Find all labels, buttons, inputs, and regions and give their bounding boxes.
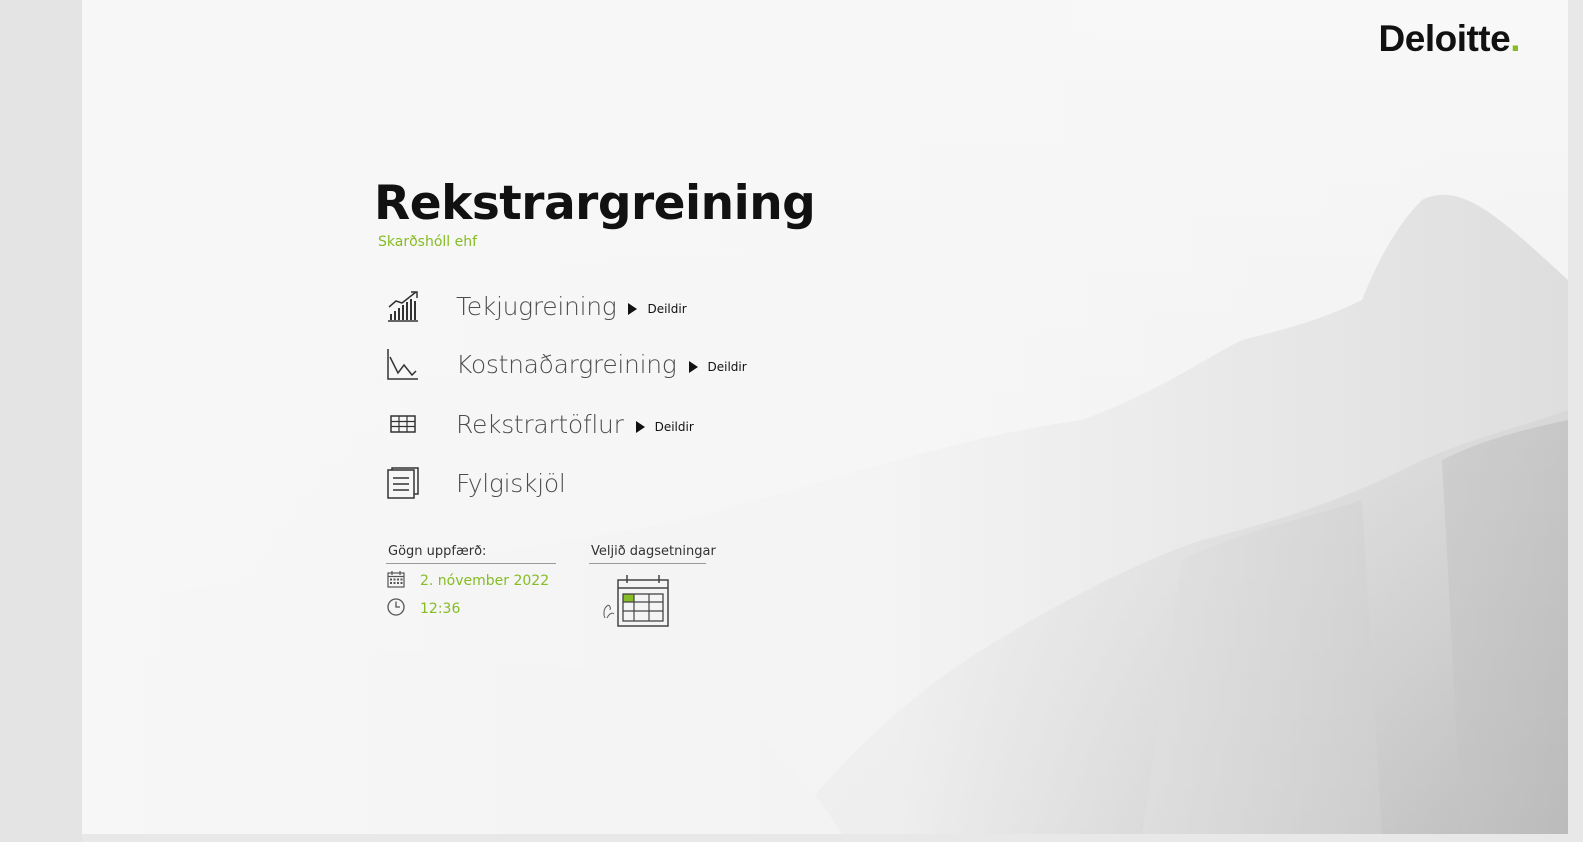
drillthrough-label: Deildir: [707, 360, 747, 374]
drillthrough-deildir-link[interactable]: Deildir: [628, 302, 687, 316]
data-updated-panel: Gögn uppfærð: 2. nóvember 2022 12:36: [386, 544, 556, 620]
date-picker-heading: Veljið dagsetningar: [589, 544, 716, 564]
calendar-picker-icon: [603, 575, 669, 627]
nav-label: Fylgiskjöl: [456, 468, 566, 498]
revenue-chart-icon: [386, 288, 420, 324]
drillthrough-deildir-link[interactable]: Deildir: [688, 360, 747, 374]
bottom-gutter: [82, 834, 1583, 842]
calendar-icon: [386, 569, 406, 593]
data-updated-time-row: 12:36: [386, 598, 556, 620]
nav-item-tekjugreining[interactable]: Tekjugreining Deildir: [386, 284, 687, 328]
data-updated-heading: Gögn uppfærð:: [386, 544, 556, 564]
mountain-background-image: [82, 0, 1568, 834]
nav-label: Rekstrartöflur: [456, 409, 624, 439]
play-arrow-icon: [628, 303, 638, 315]
nav-item-fylgiskjol[interactable]: Fylgiskjöl: [386, 461, 566, 505]
nav-label: Tekjugreining: [456, 291, 617, 321]
table-icon: [386, 406, 420, 442]
play-arrow-icon: [635, 421, 645, 433]
clock-icon: [386, 597, 406, 621]
cost-chart-icon: [386, 346, 420, 382]
nav-item-rekstrartoflur[interactable]: Rekstrartöflur Deildir: [386, 402, 694, 446]
data-updated-date: 2. nóvember 2022: [420, 573, 550, 589]
right-gutter: [1568, 0, 1583, 842]
nav-item-kostnadargreining[interactable]: Kostnaðargreining Deildir: [386, 342, 747, 386]
drillthrough-label: Deildir: [647, 302, 687, 316]
data-updated-time: 12:36: [420, 601, 461, 617]
deloitte-logo: Deloitte.: [1378, 18, 1521, 59]
left-gutter: [0, 0, 82, 842]
company-name: Skarðshóll ehf: [378, 234, 478, 250]
page-title: Rekstrargreining: [374, 176, 816, 231]
date-picker-panel: Veljið dagsetningar: [589, 544, 716, 627]
data-updated-date-row: 2. nóvember 2022: [386, 570, 556, 592]
report-canvas: Deloitte. Rekstrargreining Skarðshóll eh…: [82, 0, 1568, 834]
drillthrough-label: Deildir: [654, 420, 694, 434]
play-arrow-icon: [688, 361, 698, 373]
drillthrough-deildir-link[interactable]: Deildir: [635, 420, 694, 434]
calendar-picker-button[interactable]: [595, 574, 675, 630]
document-icon: [386, 465, 420, 501]
nav-label: Kostnaðargreining: [456, 349, 677, 379]
